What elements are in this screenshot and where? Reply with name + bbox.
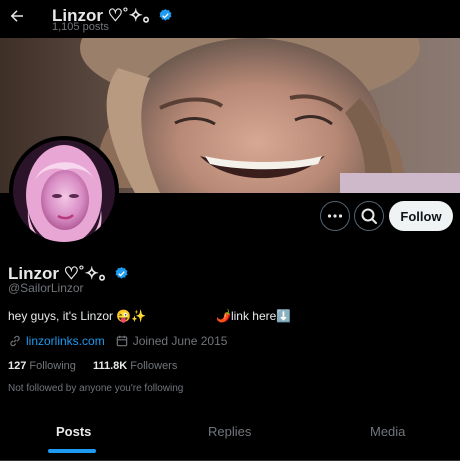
search-icon [361,208,377,224]
verified-badge-icon[interactable] [114,266,129,281]
tab-media[interactable]: Media [370,424,405,439]
follow-button[interactable]: Follow [389,201,453,231]
not-followed-notice: Not followed by anyone you're following [8,383,184,394]
following-count: 127 [8,360,27,372]
active-tab-indicator [48,449,96,453]
profile-tabs: Posts Replies Media [0,412,460,461]
profile-avatar[interactable] [9,136,119,246]
header-post-count: 1,105 posts [52,21,109,33]
followers-link[interactable]: 111.8K Followers [93,360,177,372]
link-icon [10,335,20,347]
search-button[interactable] [354,201,384,231]
following-label: Following [29,360,76,372]
bio-link-text: 🌶️link here⬇️ [216,309,292,323]
back-arrow-icon[interactable] [8,7,26,25]
verified-badge-icon [159,8,172,21]
bio-text: hey guys, it's Linzor 😜✨ [8,309,147,323]
website-link[interactable]: linzorlinks.com [26,334,105,348]
calendar-icon [116,335,127,347]
joined-date: Joined June 2015 [132,334,228,348]
follow-stats: 127 Following 111.8K Followers [8,360,177,372]
tab-replies[interactable]: Replies [208,424,251,439]
followers-label: Followers [130,360,178,372]
tab-posts[interactable]: Posts [56,424,91,439]
profile-header: Linzor ♡˚✧｡ 1,105 posts [0,0,460,38]
profile-meta: linzorlinks.com Joined June 2015 [8,334,227,348]
avatar-image [13,140,115,242]
following-link[interactable]: 127 Following [8,360,79,372]
more-button[interactable] [320,201,350,231]
more-icon [327,214,343,218]
profile-handle: @SailorLinzor [8,281,84,295]
profile-bio: hey guys, it's Linzor 😜✨ 🌶️link here⬇️ [8,309,308,323]
followers-count: 111.8K [92,360,128,372]
